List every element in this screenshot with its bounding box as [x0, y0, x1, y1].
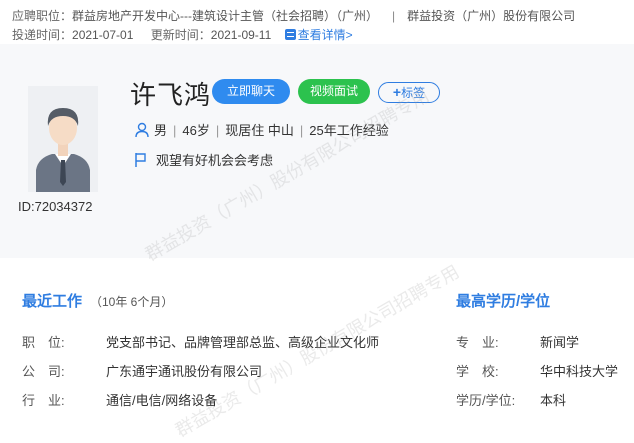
- delivery-time: 2021-07-01: [72, 28, 134, 42]
- work-position-row: 职 位:: [22, 332, 65, 351]
- work-position-value: 党支部书记、品牌管理部总监、高级企业文化师: [106, 335, 380, 350]
- education-title: 最高学历/学位: [456, 293, 551, 310]
- degree-label: 学历/学位:: [456, 390, 515, 409]
- application-header: 应聘职位：群益房地产开发中心---建筑设计主管（社会招聘）（广州） | 群益投资（广…: [0, 0, 634, 44]
- school-value: 华中科技大学: [540, 364, 619, 379]
- position-value[interactable]: 群益房地产开发中心---建筑设计主管（社会招聘）（广州）: [72, 9, 378, 23]
- work-industry-label: 行 业:: [22, 393, 65, 408]
- separator: |: [392, 9, 396, 23]
- candidate-id: ID:72034372: [18, 199, 93, 214]
- delivery-label: 投递时间：: [12, 28, 73, 42]
- position-line: 应聘职位：群益房地产开发中心---建筑设计主管（社会招聘）（广州） | 群益投资（广…: [12, 7, 575, 24]
- work-company-value: 广东通宇通讯股份有限公司: [106, 364, 263, 379]
- avatar: [28, 86, 98, 192]
- update-label: 更新时间：: [150, 28, 211, 42]
- person-icon: [135, 122, 149, 138]
- school-label: 学 校:: [456, 361, 499, 380]
- profile-card: ID:72034372 许飞鸿 立即聊天 视频面试 +标签 男 | 46岁 | 现居住 …: [0, 44, 634, 265]
- update-time: 2021-09-11: [210, 28, 272, 42]
- work-position-label: 职 位:: [22, 335, 65, 350]
- major-label: 专 业:: [456, 332, 499, 351]
- job-status-row: 观望有好机会会考虑: [134, 150, 273, 169]
- plus-icon: +: [392, 84, 402, 100]
- company-name: 群益投资（广州）股份有限公司: [407, 9, 576, 23]
- residence: 现居住 中山: [225, 123, 294, 138]
- work-company-label: 公 司:: [22, 364, 65, 379]
- recent-work-title: 最近工作: [22, 293, 83, 310]
- work-company-row: 公 司:: [22, 361, 65, 380]
- view-detail-link[interactable]: 查看详情>: [284, 28, 353, 42]
- school-label-text: 学 校:: [456, 364, 499, 379]
- flag-icon: [135, 153, 146, 167]
- degree-value: 本科: [540, 393, 567, 408]
- add-tag-button[interactable]: +标签: [378, 82, 440, 103]
- gender: 男: [154, 123, 168, 138]
- view-detail-label: 查看详情>: [297, 28, 353, 42]
- experience: 25年工作经验: [309, 123, 389, 138]
- position-label: 应聘职位：: [12, 9, 73, 23]
- avatar-icon: [28, 86, 98, 192]
- time-line: 投递时间：2021-07-01 更新时间：2021-09-11 查看详情>: [12, 26, 353, 43]
- work-industry-value: 通信/电信/网络设备: [106, 393, 218, 408]
- work-industry-row: 行 业:: [22, 390, 65, 409]
- degree-label-text: 学历/学位:: [456, 393, 516, 408]
- major-label-text: 专 业:: [456, 335, 499, 350]
- document-icon: [284, 29, 296, 40]
- major-value: 新闻学: [540, 335, 580, 350]
- tag-label: 标签: [401, 86, 426, 100]
- basic-info: 男 | 46岁 | 现居住 中山 | 25年工作经验: [134, 120, 389, 139]
- chat-button[interactable]: 立即聊天: [212, 79, 290, 104]
- candidate-name: 许飞鸿: [130, 80, 212, 110]
- age: 46岁: [182, 123, 210, 138]
- video-interview-button[interactable]: 视频面试: [298, 79, 370, 104]
- job-status: 观望有好机会会考虑: [156, 153, 274, 168]
- recent-work-duration: （10年 6个月）: [90, 295, 174, 309]
